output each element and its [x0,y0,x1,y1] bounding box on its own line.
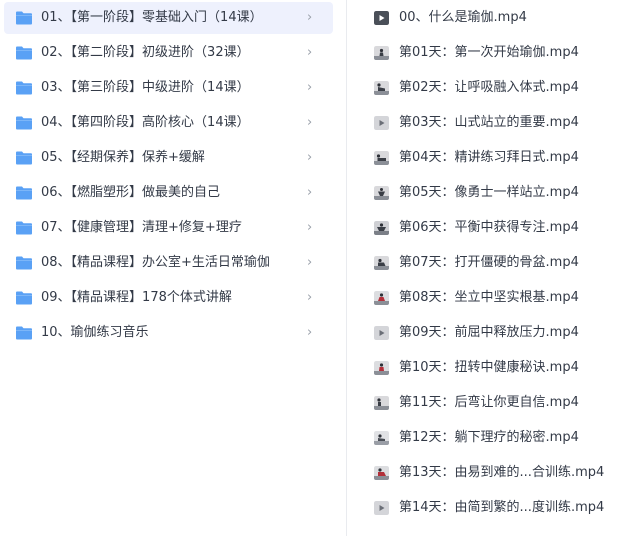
chevron-right-icon: › [307,255,313,270]
folder-label: 07、【健康管理】清理+修复+理疗 [41,220,242,235]
chevron-right-icon: › [307,185,313,200]
video-thumbnail-icon [374,46,389,60]
file-label: 第12天：躺下理疗的秘密.mp4 [399,430,579,445]
file-item[interactable]: 第13天：由易到难的...合训练.mp4 [347,457,634,489]
video-thumbnail-icon [374,291,389,305]
file-item[interactable]: 第07天：打开僵硬的骨盆.mp4 [347,247,634,279]
file-label: 第02天：让呼吸融入体式.mp4 [399,80,579,95]
folder-icon [16,256,32,270]
video-play-icon [374,11,389,25]
folder-icon [16,46,32,60]
folder-icon [16,151,32,165]
folder-label: 01、【第一阶段】零基础入门（14课） [41,10,263,25]
file-label: 第07天：打开僵硬的骨盆.mp4 [399,255,579,270]
file-label: 第08天：坐立中坚实根基.mp4 [399,290,579,305]
folder-item[interactable]: 03、【第三阶段】中级进阶（14课） › [4,72,333,104]
chevron-right-icon: › [307,220,313,235]
file-item[interactable]: 第09天：前屈中释放压力.mp4 [347,317,634,349]
file-label: 第10天：扭转中健康秘诀.mp4 [399,360,579,375]
folder-item[interactable]: 08、【精品课程】办公室+生活日常瑜伽 › [4,247,333,279]
video-thumbnail-icon [374,501,389,515]
file-item[interactable]: 第05天：像勇士一样站立.mp4 [347,177,634,209]
file-item[interactable]: 第01天：第一次开始瑜伽.mp4 [347,37,634,69]
folder-label: 10、瑜伽练习音乐 [41,325,149,340]
folder-icon [16,81,32,95]
video-thumbnail-icon [374,186,389,200]
file-browser: 01、【第一阶段】零基础入门（14课） › 02、【第二阶段】初级进阶（32课）… [0,0,634,536]
folder-icon [16,326,32,340]
file-label: 第04天：精讲练习拜日式.mp4 [399,150,579,165]
folder-icon [16,116,32,130]
chevron-right-icon: › [307,10,313,25]
file-item[interactable]: 第03天：山式站立的重要.mp4 [347,107,634,139]
folder-icon [16,186,32,200]
folder-item[interactable]: 01、【第一阶段】零基础入门（14课） › [4,2,333,34]
file-item[interactable]: 第11天：后弯让你更自信.mp4 [347,387,634,419]
file-item[interactable]: 第08天：坐立中坚实根基.mp4 [347,282,634,314]
file-label: 第09天：前屈中释放压力.mp4 [399,325,579,340]
file-label: 第14天：由简到繁的...度训练.mp4 [399,500,605,515]
folder-label: 09、【精品课程】178个体式讲解 [41,290,232,305]
video-thumbnail-icon [374,466,389,480]
file-label: 00、什么是瑜伽.mp4 [399,10,527,25]
folder-label: 08、【精品课程】办公室+生活日常瑜伽 [41,255,270,270]
folder-item[interactable]: 10、瑜伽练习音乐 › [4,317,333,349]
folder-label: 02、【第二阶段】初级进阶（32课） [41,45,250,60]
video-thumbnail-icon [374,256,389,270]
video-thumbnail-icon [374,116,389,130]
folder-item[interactable]: 04、【第四阶段】高阶核心（14课） › [4,107,333,139]
chevron-right-icon: › [307,115,313,130]
file-item[interactable]: 第10天：扭转中健康秘诀.mp4 [347,352,634,384]
video-thumbnail-icon [374,326,389,340]
file-label: 第03天：山式站立的重要.mp4 [399,115,579,130]
file-label: 第13天：由易到难的...合训练.mp4 [399,465,605,480]
folder-item[interactable]: 05、【经期保养】保养+缓解 › [4,142,333,174]
folder-label: 06、【燃脂塑形】做最美的自己 [41,185,221,200]
file-item[interactable]: 第06天：平衡中获得专注.mp4 [347,212,634,244]
file-label: 第11天：后弯让你更自信.mp4 [399,395,579,410]
file-label: 第05天：像勇士一样站立.mp4 [399,185,579,200]
video-thumbnail-icon [374,221,389,235]
video-thumbnail-icon [374,81,389,95]
file-item[interactable]: 第04天：精讲练习拜日式.mp4 [347,142,634,174]
folder-icon [16,291,32,305]
folder-item[interactable]: 09、【精品课程】178个体式讲解 › [4,282,333,314]
file-item[interactable]: 第14天：由简到繁的...度训练.mp4 [347,492,634,524]
folder-item[interactable]: 07、【健康管理】清理+修复+理疗 › [4,212,333,244]
chevron-right-icon: › [307,80,313,95]
folder-list: 01、【第一阶段】零基础入门（14课） › 02、【第二阶段】初级进阶（32课）… [0,0,336,536]
video-thumbnail-icon [374,361,389,375]
folder-label: 03、【第三阶段】中级进阶（14课） [41,80,250,95]
video-thumbnail-icon [374,431,389,445]
file-list: 00、什么是瑜伽.mp4 第01天：第一次开始瑜伽.mp4 第02天：让呼吸融入… [347,0,634,536]
folder-item[interactable]: 02、【第二阶段】初级进阶（32课） › [4,37,333,69]
folder-item[interactable]: 06、【燃脂塑形】做最美的自己 › [4,177,333,209]
file-label: 第01天：第一次开始瑜伽.mp4 [399,45,579,60]
chevron-right-icon: › [307,150,313,165]
chevron-right-icon: › [307,290,313,305]
file-item[interactable]: 第02天：让呼吸融入体式.mp4 [347,72,634,104]
file-item[interactable]: 00、什么是瑜伽.mp4 [347,2,634,34]
video-thumbnail-icon [374,151,389,165]
chevron-right-icon: › [307,45,313,60]
chevron-right-icon: › [307,325,313,340]
file-item[interactable]: 第12天：躺下理疗的秘密.mp4 [347,422,634,454]
folder-icon [16,11,32,25]
folder-label: 05、【经期保养】保养+缓解 [41,150,205,165]
folder-label: 04、【第四阶段】高阶核心（14课） [41,115,250,130]
video-thumbnail-icon [374,396,389,410]
file-label: 第06天：平衡中获得专注.mp4 [399,220,579,235]
folder-icon [16,221,32,235]
